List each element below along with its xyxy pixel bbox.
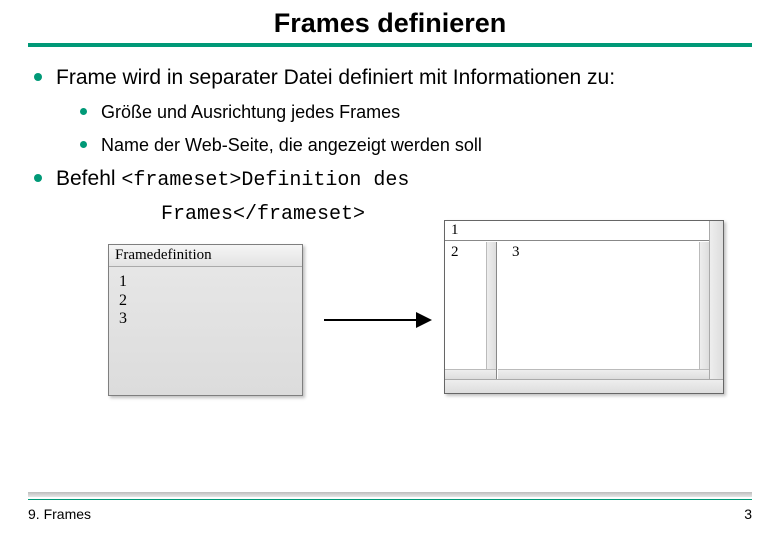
slide-title: Frames definieren	[28, 8, 752, 43]
def-line: 1	[119, 273, 292, 291]
bullet-dot-icon	[80, 141, 87, 148]
bullet-dot-icon	[34, 73, 42, 81]
frame-1: 1	[445, 221, 709, 241]
title-underline	[28, 43, 752, 47]
frames-diagram: Framedefinition 1 2 3 1 2 3	[34, 244, 752, 404]
scrollbar-horizontal-icon	[445, 369, 496, 379]
def-line: 3	[119, 310, 292, 328]
frame-2-label: 2	[451, 244, 459, 260]
frame-3-label: 3	[512, 244, 520, 260]
footer-rule-icon	[28, 499, 752, 500]
bullet2-prefix: Befehl	[56, 167, 121, 190]
frame-3: 3	[498, 242, 709, 379]
bullet2-text: Befehl <frameset>Definition des	[56, 166, 409, 193]
sub1-text: Größe und Ausrichtung jedes Frames	[101, 101, 400, 124]
slide-footer: 9. Frames 3	[28, 492, 752, 522]
slide-body: Frame wird in separater Datei definiert …	[28, 65, 752, 404]
frame-2: 2	[445, 242, 497, 379]
code-line1: <frameset>Definition des	[121, 169, 409, 192]
arrow-icon	[324, 312, 432, 328]
bullet-level1: Frame wird in separater Datei definiert …	[34, 65, 752, 91]
footer-rule-icon	[28, 492, 752, 497]
definition-window-title: Framedefinition	[109, 245, 302, 267]
bullet-dot-icon	[80, 108, 87, 115]
sub2-text: Name der Web-Seite, die angezeigt werden…	[101, 134, 482, 157]
scrollbar-vertical-icon	[709, 221, 723, 379]
bullet-level2: Name der Web-Seite, die angezeigt werden…	[80, 134, 752, 157]
result-window: 1 2 3	[444, 220, 724, 394]
definition-window: Framedefinition 1 2 3	[108, 244, 303, 396]
definition-window-content: 1 2 3	[109, 267, 302, 334]
bullet-dot-icon	[34, 174, 42, 182]
scrollbar-vertical-icon	[699, 242, 709, 369]
scrollbar-horizontal-icon	[445, 379, 723, 393]
bullet-level1: Befehl <frameset>Definition des	[34, 166, 752, 193]
bullet-level2: Größe und Ausrichtung jedes Frames	[80, 101, 752, 124]
scrollbar-vertical-icon	[486, 242, 496, 369]
scrollbar-horizontal-icon	[498, 369, 709, 379]
footer-left-text: 9. Frames	[28, 506, 91, 522]
def-line: 2	[119, 292, 292, 310]
page-number: 3	[744, 506, 752, 522]
bullet1-text: Frame wird in separater Datei definiert …	[56, 65, 615, 91]
